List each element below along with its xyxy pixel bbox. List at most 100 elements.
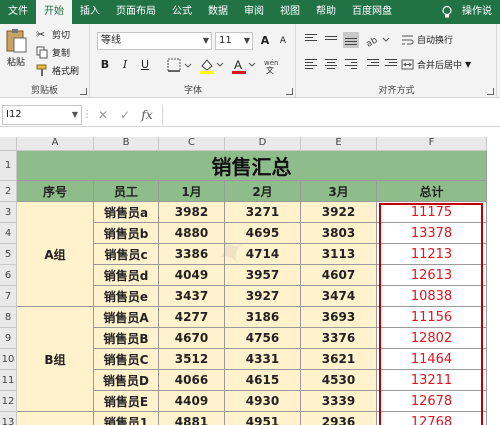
month-value-cell[interactable]: 4756	[225, 328, 301, 349]
month-value-cell[interactable]: 3339	[301, 391, 377, 412]
column-heading[interactable]: 总计	[377, 181, 487, 202]
shrink-font-button[interactable]: A	[275, 33, 291, 49]
month-value-cell[interactable]: 3621	[301, 349, 377, 370]
total-cell[interactable]: 13211	[377, 370, 487, 391]
month-value-cell[interactable]: 4049	[159, 265, 225, 286]
copy-button[interactable]: 复制	[36, 46, 70, 59]
month-value-cell[interactable]: 2936	[301, 412, 377, 425]
group-cell[interactable]: A组	[17, 202, 94, 307]
total-cell[interactable]: 11213	[377, 244, 487, 265]
column-header[interactable]: D	[225, 137, 301, 151]
month-value-cell[interactable]: 4695	[225, 223, 301, 244]
employee-cell[interactable]: 销售员D	[94, 370, 159, 391]
month-value-cell[interactable]: 3437	[159, 286, 225, 307]
employee-cell[interactable]: 销售员B	[94, 328, 159, 349]
cut-button[interactable]: ✂ 剪切	[36, 28, 70, 41]
font-size-select[interactable]: 11 ▼	[215, 32, 253, 50]
row-header[interactable]: 6	[0, 265, 17, 286]
align-center-icon[interactable]	[323, 57, 339, 73]
row-header[interactable]: 9	[0, 328, 17, 349]
total-cell[interactable]: 12768	[377, 412, 487, 425]
grow-font-button[interactable]: A	[257, 33, 273, 49]
total-cell[interactable]: 11464	[377, 349, 487, 370]
font-color-icon[interactable]: A	[231, 57, 257, 74]
tab-formulas[interactable]: 公式	[164, 0, 200, 24]
total-cell[interactable]: 12613	[377, 265, 487, 286]
row-header[interactable]: 13	[0, 412, 17, 425]
employee-cell[interactable]: 销售员a	[94, 202, 159, 223]
cancel-icon[interactable]: ✕	[92, 108, 114, 122]
total-cell[interactable]: 13378	[377, 223, 487, 244]
insert-function-icon[interactable]: fx	[136, 108, 158, 122]
row-header[interactable]: 8	[0, 307, 17, 328]
wrap-text-button[interactable]: 自动换行	[401, 33, 453, 46]
month-value-cell[interactable]: 3922	[301, 202, 377, 223]
orientation-icon[interactable]: ab	[365, 32, 391, 48]
tab-insert[interactable]: 插入	[72, 0, 108, 24]
total-cell[interactable]: 12802	[377, 328, 487, 349]
column-header[interactable]: F	[377, 137, 487, 151]
month-value-cell[interactable]: 3186	[225, 307, 301, 328]
row-header[interactable]: 4	[0, 223, 17, 244]
column-heading[interactable]: 员工	[94, 181, 159, 202]
month-value-cell[interactable]: 4880	[159, 223, 225, 244]
tab-home[interactable]: 开始	[36, 0, 72, 24]
column-header[interactable]: E	[301, 137, 377, 151]
row-header[interactable]: 2	[0, 181, 17, 202]
align-left-icon[interactable]	[303, 57, 319, 73]
month-value-cell[interactable]: 3474	[301, 286, 377, 307]
merge-center-button[interactable]: 合并后居中 ▼	[401, 58, 471, 71]
row-header[interactable]: 12	[0, 391, 17, 412]
name-box[interactable]: I12 ▼	[2, 104, 82, 125]
column-header[interactable]: A	[17, 137, 94, 151]
formula-input[interactable]	[162, 104, 500, 125]
tab-review[interactable]: 审阅	[236, 0, 272, 24]
clipboard-launcher-icon[interactable]	[80, 88, 87, 95]
row-header[interactable]: 11	[0, 370, 17, 391]
tab-page-layout[interactable]: 页面布局	[108, 0, 164, 24]
align-bottom-icon[interactable]	[343, 32, 359, 48]
total-cell[interactable]: 11175	[377, 202, 487, 223]
decrease-indent-icon[interactable]	[365, 57, 381, 73]
month-value-cell[interactable]: 4951	[225, 412, 301, 425]
employee-cell[interactable]: 销售员C	[94, 349, 159, 370]
month-value-cell[interactable]: 4881	[159, 412, 225, 425]
row-header[interactable]: 3	[0, 202, 17, 223]
month-value-cell[interactable]: 3957	[225, 265, 301, 286]
employee-cell[interactable]: 销售员1	[94, 412, 159, 425]
italic-button[interactable]: I	[117, 57, 133, 73]
alignment-launcher-icon[interactable]	[487, 88, 494, 95]
month-value-cell[interactable]: 3376	[301, 328, 377, 349]
font-name-select[interactable]: 等线 ▼	[97, 32, 212, 50]
confirm-icon[interactable]: ✓	[114, 108, 136, 122]
employee-cell[interactable]: 销售员E	[94, 391, 159, 412]
column-header[interactable]: C	[159, 137, 225, 151]
employee-cell[interactable]: 销售员b	[94, 223, 159, 244]
group-cell[interactable]	[17, 412, 94, 425]
tab-tell-me[interactable]: 操作说	[454, 0, 500, 24]
row-header[interactable]: 10	[0, 349, 17, 370]
phonetic-guide-icon[interactable]: wén 文	[263, 57, 289, 74]
column-heading[interactable]: 1月	[159, 181, 225, 202]
tab-baidu-netdisk[interactable]: 百度网盘	[344, 0, 400, 24]
align-right-icon[interactable]	[343, 57, 359, 73]
border-icon[interactable]	[167, 58, 193, 73]
employee-cell[interactable]: 销售员e	[94, 286, 159, 307]
underline-button[interactable]: U	[137, 57, 153, 73]
month-value-cell[interactable]: 3803	[301, 223, 377, 244]
tab-view[interactable]: 视图	[272, 0, 308, 24]
fill-color-icon[interactable]	[199, 57, 225, 74]
month-value-cell[interactable]: 4930	[225, 391, 301, 412]
employee-cell[interactable]: 销售员c	[94, 244, 159, 265]
month-value-cell[interactable]: 4066	[159, 370, 225, 391]
increase-indent-icon[interactable]	[383, 57, 399, 73]
total-cell[interactable]: 11156	[377, 307, 487, 328]
month-value-cell[interactable]: 3512	[159, 349, 225, 370]
month-value-cell[interactable]: 4615	[225, 370, 301, 391]
total-cell[interactable]: 10838	[377, 286, 487, 307]
paste-button[interactable]: 粘贴	[4, 28, 28, 68]
month-value-cell[interactable]: 3386	[159, 244, 225, 265]
month-value-cell[interactable]: 3271	[225, 202, 301, 223]
align-top-icon[interactable]	[303, 32, 319, 48]
month-value-cell[interactable]: 4714	[225, 244, 301, 265]
